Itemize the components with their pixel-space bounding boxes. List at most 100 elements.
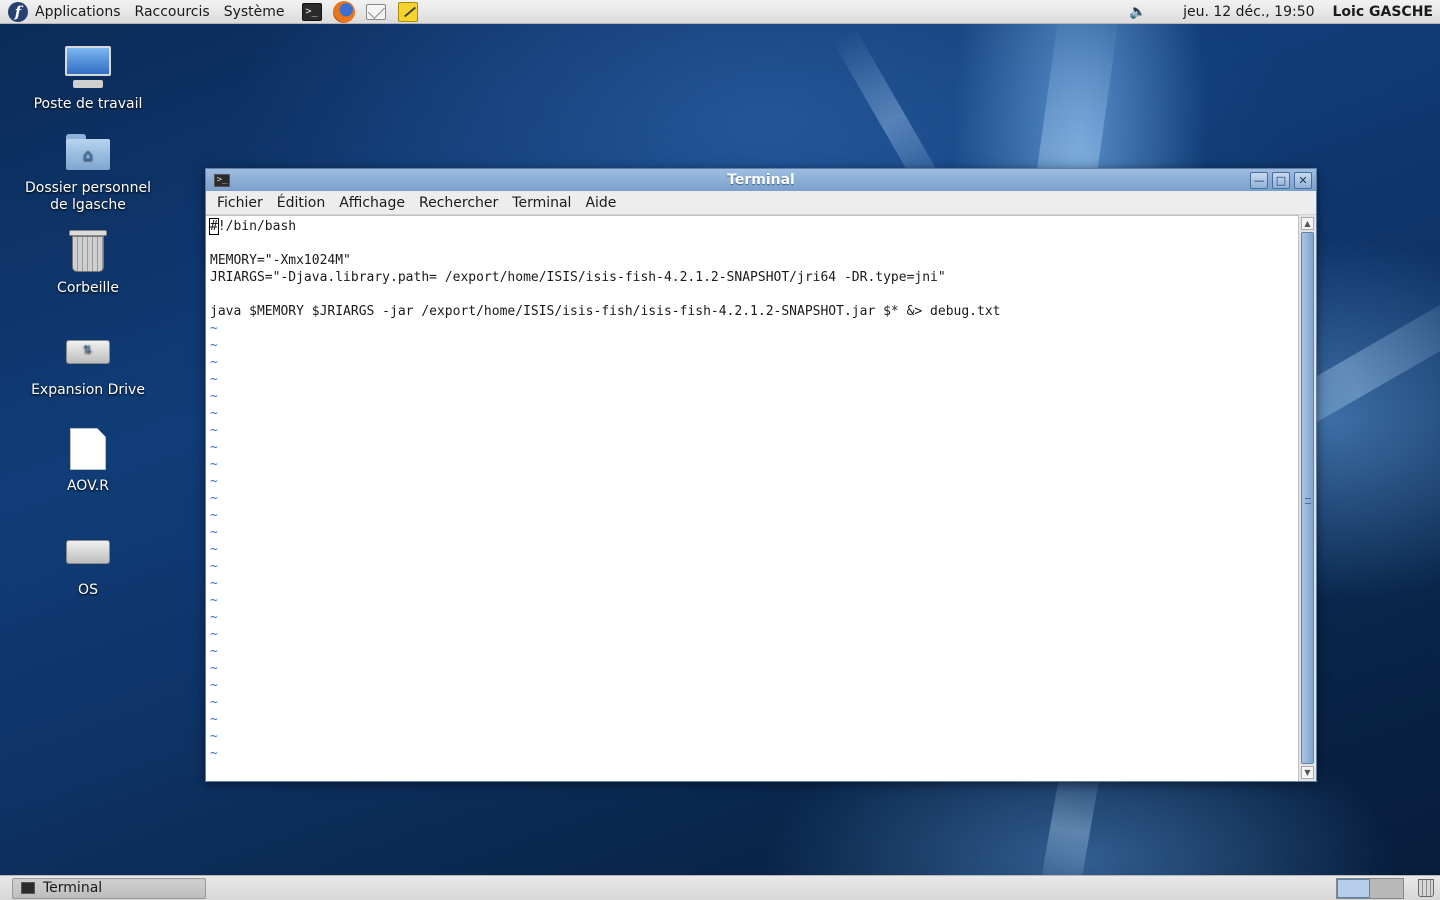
top-panel: f Applications Raccourcis Système >_ 🔈 j…	[0, 0, 1440, 24]
vim-tilde-line: ~	[210, 321, 218, 336]
scroll-up-arrow-icon[interactable]: ▲	[1301, 217, 1314, 230]
file-icon	[70, 428, 106, 470]
desktop-icon-label: Expansion Drive	[31, 382, 145, 398]
menu-aide[interactable]: Aide	[578, 195, 623, 211]
vim-tilde-line: ~	[210, 746, 218, 761]
desktop-icon-label-line2: de lgasche	[50, 197, 126, 213]
vim-tilde-line: ~	[210, 593, 218, 608]
vim-tilde-line: ~	[210, 559, 218, 574]
terminal-lines: #!/bin/bash MEMORY="-Xmx1024M" JRIARGS="-…	[206, 216, 1298, 762]
minimize-button[interactable]: —	[1250, 171, 1268, 189]
taskbar-button-terminal[interactable]: Terminal	[12, 877, 206, 899]
vim-tilde-line: ~	[210, 644, 218, 659]
desktop-icon-trash[interactable]: Corbeille	[8, 228, 168, 297]
vim-tilde-line: ~	[210, 729, 218, 744]
home-folder-icon: ⌂	[66, 134, 110, 170]
launchers: >_	[300, 0, 420, 23]
firefox-launcher[interactable]	[332, 0, 356, 23]
desktop-icon-label-line1: Dossier personnel	[24, 180, 151, 196]
vim-tilde-line: ~	[210, 627, 218, 642]
text-cursor: #	[209, 218, 219, 235]
maximize-button[interactable]: □	[1272, 171, 1290, 189]
menu-applications[interactable]: Applications	[28, 0, 128, 24]
disk-icon	[66, 536, 110, 566]
vim-tilde-line: ~	[210, 525, 218, 540]
mail-icon	[365, 3, 386, 20]
window-titlebar[interactable]: >_ Terminal — □ ✕	[206, 169, 1316, 191]
clock[interactable]: jeu. 12 déc., 19:50	[1183, 4, 1314, 20]
vim-tilde-lines: ~ ~ ~ ~ ~ ~ ~ ~ ~ ~ ~ ~ ~ ~ ~ ~ ~ ~ ~ ~ ~ ~ ~ ~ ~ ~	[210, 320, 1298, 762]
terminal-icon: >_	[301, 2, 322, 21]
mail-launcher[interactable]	[364, 1, 388, 23]
vertical-scrollbar[interactable]: ▲ ▼	[1298, 215, 1316, 781]
bottom-panel: Terminal	[0, 875, 1440, 900]
terminal-icon[interactable]: >_	[214, 173, 230, 187]
vim-tilde-line: ~	[210, 355, 218, 370]
vim-tilde-line: ~	[210, 610, 218, 625]
vim-tilde-line: ~	[210, 542, 218, 557]
desktop-icon-aov[interactable]: AOV.R	[8, 428, 168, 495]
workspace-1[interactable]	[1337, 878, 1370, 898]
vim-tilde-line: ~	[210, 678, 218, 693]
menu-fichier[interactable]: Fichier	[210, 195, 270, 211]
desktop-icon-computer[interactable]: Poste de travail	[8, 46, 168, 113]
vim-tilde-line: ~	[210, 695, 218, 710]
window-menubar: Fichier Édition Affichage Rechercher Ter…	[206, 191, 1316, 215]
trash-applet-icon[interactable]	[1418, 879, 1434, 897]
terminal-line: java $MEMORY $JRIARGS -jar /export/home/…	[210, 304, 1001, 319]
vim-tilde-line: ~	[210, 389, 218, 404]
terminal-window: >_ Terminal — □ ✕ Fichier Édition Affich…	[205, 168, 1317, 782]
top-panel-right: 🔈 jeu. 12 déc., 19:50 Loic GASCHE	[1129, 0, 1440, 24]
vim-tilde-line: ~	[210, 661, 218, 676]
vim-tilde-line: ~	[210, 491, 218, 506]
notes-launcher[interactable]	[396, 1, 420, 23]
scroll-down-arrow-icon[interactable]: ▼	[1301, 766, 1314, 779]
scrollbar-thumb[interactable]	[1301, 232, 1314, 764]
top-menu: Applications Raccourcis Système	[28, 0, 292, 24]
desktop-icon-label: AOV.R	[66, 478, 110, 494]
notes-icon	[397, 1, 418, 22]
terminal-line: #!/bin/bash	[209, 218, 1298, 235]
usb-drive-icon: ⇅	[66, 336, 110, 366]
workspace-2[interactable]	[1370, 878, 1403, 898]
terminal-line: JRIARGS="-Djava.library.path= /export/ho…	[210, 270, 946, 285]
vim-tilde-line: ~	[210, 576, 218, 591]
vim-tilde-line: ~	[210, 474, 218, 489]
close-button[interactable]: ✕	[1294, 171, 1312, 189]
desktop-icon-os[interactable]: OS	[8, 526, 168, 599]
window-controls: — □ ✕	[1250, 171, 1312, 189]
terminal-text-area[interactable]: #!/bin/bash MEMORY="-Xmx1024M" JRIARGS="-…	[206, 215, 1298, 781]
vim-tilde-line: ~	[210, 508, 218, 523]
firefox-icon	[332, 0, 355, 23]
menu-affichage[interactable]: Affichage	[332, 195, 412, 211]
menu-rechercher[interactable]: Rechercher	[412, 195, 505, 211]
menu-systeme[interactable]: Système	[217, 0, 292, 24]
workspace-switcher	[1336, 877, 1404, 899]
trash-icon	[69, 228, 107, 272]
desktop-icon-expansion-drive[interactable]: ⇅ Expansion Drive	[8, 326, 168, 399]
desktop-icon-label: OS	[78, 582, 98, 598]
desktop-icon-home[interactable]: ⌂ Dossier personnel de lgasche	[8, 130, 168, 214]
menu-terminal[interactable]: Terminal	[505, 195, 578, 211]
user-menu[interactable]: Loic GASCHE	[1333, 4, 1433, 20]
vim-tilde-line: ~	[210, 712, 218, 727]
menu-edition[interactable]: Édition	[270, 195, 332, 211]
fedora-logo-icon[interactable]: f	[8, 1, 28, 22]
taskbar-label: Terminal	[43, 880, 103, 896]
desktop-icon-label: Poste de travail	[33, 96, 143, 112]
volume-icon[interactable]: 🔈	[1129, 3, 1147, 21]
terminal-line-empty	[210, 286, 1298, 303]
vim-tilde-line: ~	[210, 406, 218, 421]
vim-tilde-line: ~	[210, 440, 218, 455]
vim-tilde-line: ~	[210, 372, 218, 387]
desktop-icon-label: Dossier personnel de lgasche	[25, 180, 151, 214]
terminal-launcher[interactable]: >_	[300, 1, 324, 23]
window-title: Terminal	[727, 172, 795, 188]
terminal-line-empty	[210, 235, 1298, 252]
desktop-icon-label: Corbeille	[57, 280, 119, 296]
scroll-grip-icon	[1305, 498, 1311, 504]
vim-tilde-line: ~	[210, 338, 218, 353]
terminal-line-text: !/bin/bash	[217, 219, 297, 234]
menu-raccourcis[interactable]: Raccourcis	[128, 0, 217, 24]
computer-icon	[63, 46, 113, 92]
